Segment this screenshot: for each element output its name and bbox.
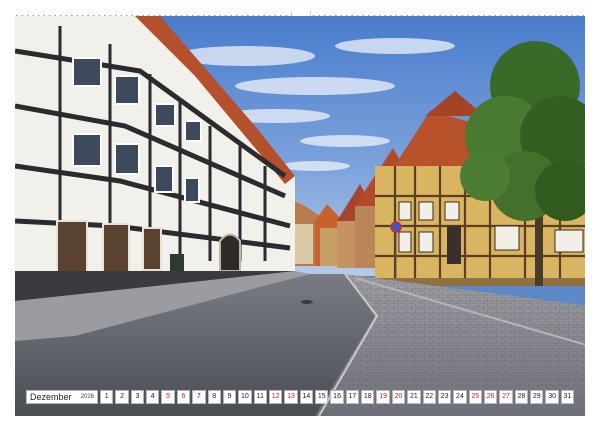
day-cell: 18 [361, 390, 375, 404]
day-cell: 22 [422, 390, 436, 404]
day-cell: 26 [483, 390, 498, 404]
month-label-cell: Dezember 2026 [26, 390, 98, 404]
day-cell: 28 [514, 390, 529, 404]
day-cell: 17 [345, 390, 360, 404]
day-cell: 15 [315, 390, 329, 404]
day-cell: 8 [207, 390, 221, 404]
day-cell: 14 [299, 390, 314, 404]
day-cell: 13 [284, 390, 298, 404]
traffic-sign [390, 221, 402, 233]
day-cell: 25 [468, 390, 482, 404]
day-cell: 12 [268, 390, 283, 404]
day-cell: 23 [437, 390, 452, 404]
day-cell: 27 [499, 390, 513, 404]
arched-doorway [219, 233, 241, 272]
calendar-strip: Dezember 2026 1 2 3 4 5 6 7 8 9 10 11 12 13 14 15 16 17 1… [26, 390, 575, 404]
street-photo [15, 16, 585, 416]
day-cell: 31 [560, 390, 575, 404]
street-scene [15, 16, 585, 416]
day-cell: 3 [130, 390, 145, 404]
day-cell: 16 [330, 390, 344, 404]
day-cells: 1 2 3 4 5 6 7 8 9 10 11 12 13 14 15 16 17 18 19 20 21 22 23 24 2… [100, 390, 575, 404]
day-cell: 7 [192, 390, 206, 404]
day-cell: 30 [545, 390, 559, 404]
day-cell: 6 [176, 390, 191, 404]
day-cell: 9 [222, 390, 237, 404]
front-door [447, 226, 461, 264]
year-label: 2026 [80, 394, 94, 400]
day-cell: 1 [100, 390, 114, 404]
day-cell: 21 [407, 390, 421, 404]
day-cell: 24 [453, 390, 467, 404]
day-cell: 5 [161, 390, 175, 404]
day-cell: 4 [146, 390, 160, 404]
day-cell: 29 [530, 390, 544, 404]
calendar-page: Dezember 2026 1 2 3 4 5 6 7 8 9 10 11 12 13 14 15 16 17 1… [0, 0, 600, 432]
day-cell: 20 [391, 390, 406, 404]
day-cell: 11 [253, 390, 267, 404]
day-cell: 19 [376, 390, 390, 404]
day-cell: 2 [115, 390, 129, 404]
month-name: Dezember [30, 392, 72, 402]
day-cell: 10 [238, 390, 252, 404]
